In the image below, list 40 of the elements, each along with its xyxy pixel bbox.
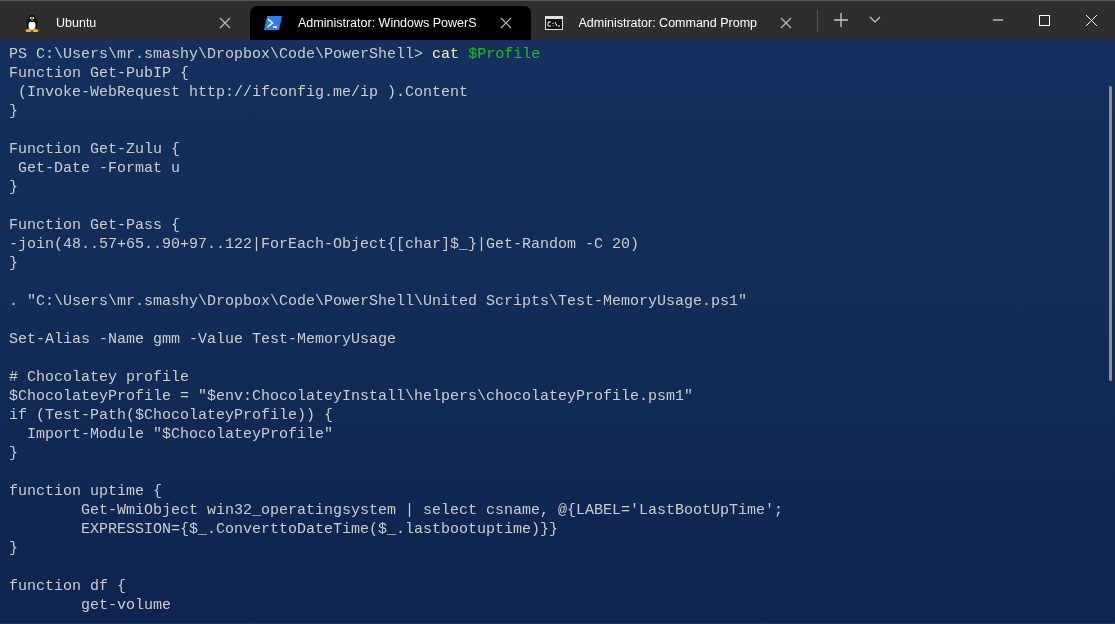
close-icon (1086, 14, 1097, 26)
code-line: (Invoke-WebRequest http://ifconfig.me/ip ).Content (17, 84, 469, 101)
code-line: function uptime { (9, 483, 163, 500)
code-line: # Chocolatey profile (9, 369, 190, 386)
close-icon (780, 17, 793, 29)
code-line: . "C:\Users\mr.smashy\Dropbox\Code\PowerShell\United Scripts\Test-MemoryUsage.ps1" (9, 293, 748, 310)
code-line: Function Get-Zulu { (9, 141, 181, 158)
code-line: Function Get-PubIP { (9, 65, 190, 82)
close-icon (219, 17, 231, 29)
plus-icon (834, 13, 849, 27)
code-line: function df { (9, 578, 127, 595)
code-line: $ChocolateyProfile = "$env:ChocolateyInstall\helpers\chocolateyProfile.psm1" (9, 388, 694, 405)
console-icon (544, 16, 563, 30)
code-line: EXPRESSION={$_.ConverttoDateTime($_.lastbootuptime)}} (80, 521, 559, 538)
prompt-path: PS C:\Users\mr.smashy\Dropbox\Code\PowerShell> (9, 46, 424, 63)
tab[interactable]: Administrator: Command Promp (530, 6, 812, 40)
code-line: -join(48..57+65..90+97..122|ForEach-Object{[char]$_}|Get-Random -C 20) (9, 236, 640, 253)
maximize-icon (1039, 14, 1050, 26)
tab[interactable]: Administrator: Windows PowerS (250, 6, 531, 40)
minimize-icon (992, 19, 1003, 21)
code-line: Function Get-Pass { (9, 217, 181, 234)
argument-text: $Profile (468, 46, 541, 63)
prompt-icon (264, 16, 282, 30)
code-line: if (Test-Path($ChocolateyProfile)) { (9, 407, 334, 424)
scrollbar[interactable] (1109, 86, 1112, 381)
code-line: get-volume (80, 597, 172, 614)
code-line: Import-Module "$ChocolateyProfile" (26, 426, 334, 443)
code-line: } (9, 103, 18, 120)
command-text: cat (432, 46, 460, 63)
code-line: Get-Date -Format u (17, 160, 181, 177)
code-line: } (9, 445, 18, 462)
tab[interactable]: Ubuntu (10, 6, 250, 40)
code-line: } (9, 540, 18, 557)
chevron-down-icon (869, 16, 882, 24)
penguin-icon (24, 14, 40, 32)
code-line: Get-WmiObject win32_operatingsystem | select csname, @{LABEL='LastBootUpTime'; (80, 502, 784, 519)
close-icon (499, 17, 512, 29)
code-line: } (9, 179, 18, 196)
code-line: Set-Alias -Name gmm -Value Test-MemoryUsage (9, 331, 397, 348)
code-line: } (9, 255, 18, 272)
